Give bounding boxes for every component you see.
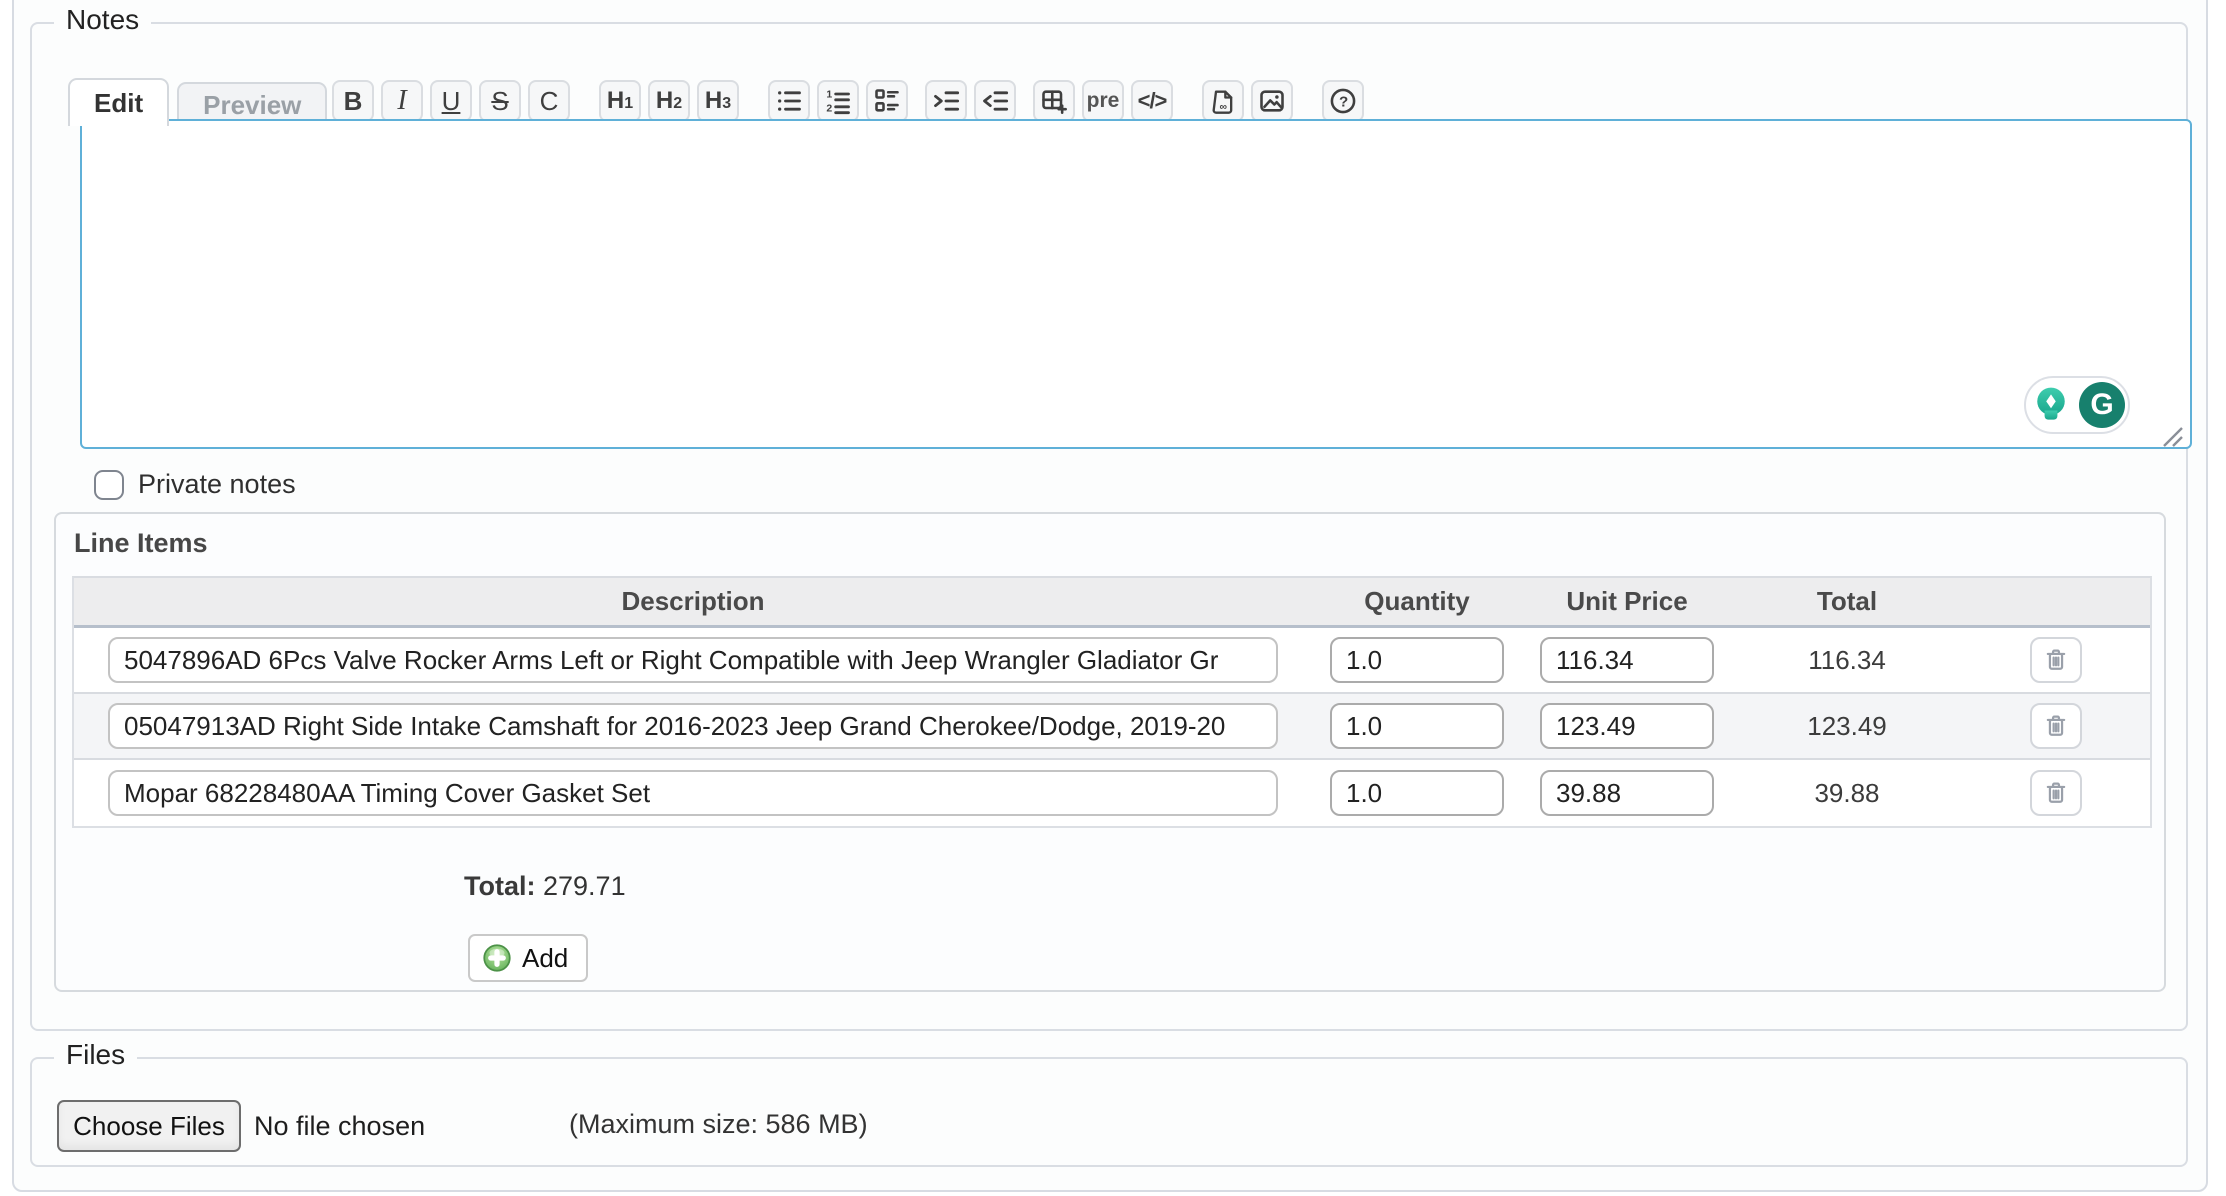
quantity-input[interactable] (1330, 770, 1504, 816)
private-notes-checkbox[interactable] (94, 470, 124, 500)
code-block-button[interactable]: </> (1131, 80, 1173, 122)
italic-button[interactable]: I (381, 80, 423, 122)
quantity-input[interactable] (1330, 703, 1504, 749)
strikethrough-button[interactable]: S (479, 80, 521, 122)
grand-total-label: Total: (464, 871, 535, 901)
add-button-label: Add (522, 943, 568, 974)
indent-icon[interactable] (925, 80, 967, 122)
quantity-input[interactable] (1330, 637, 1504, 683)
grand-total-value: 279.71 (543, 871, 626, 901)
unit-price-input[interactable] (1540, 703, 1714, 749)
grammarly-logo-icon[interactable]: G (2079, 382, 2125, 428)
heading1-button[interactable]: H1 (599, 80, 641, 122)
max-size-text: (Maximum size: 586 MB) (569, 1109, 868, 1140)
trash-icon (2042, 779, 2070, 807)
notes-legend: Notes (54, 4, 151, 36)
files-fieldset: Files Choose Files No file chosen (Maxim… (30, 1057, 2188, 1167)
description-input[interactable] (108, 637, 1278, 683)
notes-fieldset: Notes Edit Preview B I U S C H1 H2 H3 (30, 22, 2188, 1031)
no-file-chosen-text: No file chosen (254, 1111, 425, 1142)
choose-files-button[interactable]: Choose Files (57, 1100, 241, 1152)
delete-row-button[interactable] (2030, 637, 2082, 683)
svg-text:2: 2 (826, 103, 832, 115)
line-items-table: Description Quantity Unit Price Total 11… (72, 576, 2152, 828)
preformatted-button[interactable]: pre (1082, 80, 1124, 122)
grammarly-widget: G (2024, 376, 2130, 434)
table-row: 116.34 (74, 628, 2150, 694)
private-notes-label: Private notes (138, 469, 296, 500)
description-input[interactable] (108, 703, 1278, 749)
grammarly-suggestions-icon[interactable] (2029, 383, 2073, 427)
inline-code-button[interactable]: C (528, 80, 570, 122)
heading2-button[interactable]: H2 (648, 80, 690, 122)
underline-button[interactable]: U (430, 80, 472, 122)
insert-table-icon[interactable] (1033, 80, 1075, 122)
unit-price-input[interactable] (1540, 770, 1714, 816)
files-legend: Files (54, 1039, 137, 1071)
outdent-icon[interactable] (974, 80, 1016, 122)
notes-textarea[interactable] (80, 119, 2192, 449)
row-total: 116.34 (1732, 645, 1962, 676)
delete-row-button[interactable] (2030, 770, 2082, 816)
description-input[interactable] (108, 770, 1278, 816)
trash-icon (2042, 712, 2070, 740)
task-list-icon[interactable] (866, 80, 908, 122)
wiki-toolbar: B I U S C H1 H2 H3 1 2 (332, 80, 1371, 122)
page: Notes Edit Preview B I U S C H1 H2 H3 (0, 0, 2226, 1196)
image-icon[interactable] (1251, 80, 1293, 122)
private-notes-row: Private notes (94, 469, 296, 500)
table-header-row: Description Quantity Unit Price Total (74, 578, 2150, 628)
grand-total: Total: 279.71 (464, 871, 626, 902)
unordered-list-icon[interactable] (768, 80, 810, 122)
column-header-description: Description (74, 586, 1312, 617)
row-total: 39.88 (1732, 778, 1962, 809)
svg-text:∞: ∞ (1220, 101, 1228, 113)
column-header-unit-price: Unit Price (1522, 586, 1732, 617)
add-plus-icon (482, 943, 512, 973)
heading3-button[interactable]: H3 (697, 80, 739, 122)
column-header-quantity: Quantity (1312, 586, 1522, 617)
row-total: 123.49 (1732, 711, 1962, 742)
bold-button[interactable]: B (332, 80, 374, 122)
textarea-resize-handle[interactable] (2154, 420, 2184, 448)
trash-icon (2042, 646, 2070, 674)
table-row: 123.49 (74, 694, 2150, 760)
svg-text:1: 1 (826, 89, 832, 101)
ordered-list-icon[interactable]: 1 2 (817, 80, 859, 122)
line-items-panel: Line Items Description Quantity Unit Pri… (54, 512, 2166, 992)
add-line-item-button[interactable]: Add (468, 934, 588, 982)
help-icon[interactable]: ? (1322, 80, 1364, 122)
table-row: 39.88 (74, 760, 2150, 826)
unit-price-input[interactable] (1540, 637, 1714, 683)
line-items-title: Line Items (74, 528, 208, 559)
delete-row-button[interactable] (2030, 703, 2082, 749)
link-icon[interactable]: ∞ (1202, 80, 1244, 122)
svg-text:?: ? (1339, 93, 1348, 110)
column-header-total: Total (1732, 586, 1962, 617)
tab-edit[interactable]: Edit (68, 78, 169, 126)
